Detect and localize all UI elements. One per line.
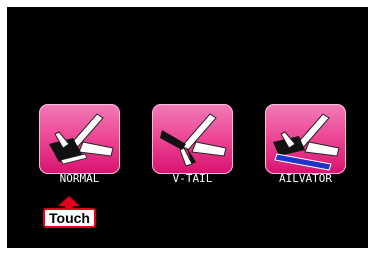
- ailvator-plane-icon: [273, 113, 340, 171]
- normal-mode-button[interactable]: NORMAL: [39, 104, 120, 185]
- ailvator-mode-button[interactable]: AILVATOR: [265, 104, 346, 185]
- ailvator-mode-label: AILVATOR: [279, 172, 332, 185]
- v-tail-mode-button-face[interactable]: [152, 104, 233, 174]
- v-tail-plane-icon: [160, 113, 227, 167]
- touch-hint-label: Touch: [43, 208, 96, 228]
- ailvator-mode-button-face[interactable]: [265, 104, 346, 174]
- v-tail-mode-label: V-TAIL: [172, 172, 213, 185]
- normal-mode-label: NORMAL: [59, 172, 100, 185]
- normal-tail-plane-icon: [49, 113, 114, 165]
- v-tail-mode-button[interactable]: V-TAIL: [152, 104, 233, 185]
- normal-mode-button-face[interactable]: [39, 104, 120, 174]
